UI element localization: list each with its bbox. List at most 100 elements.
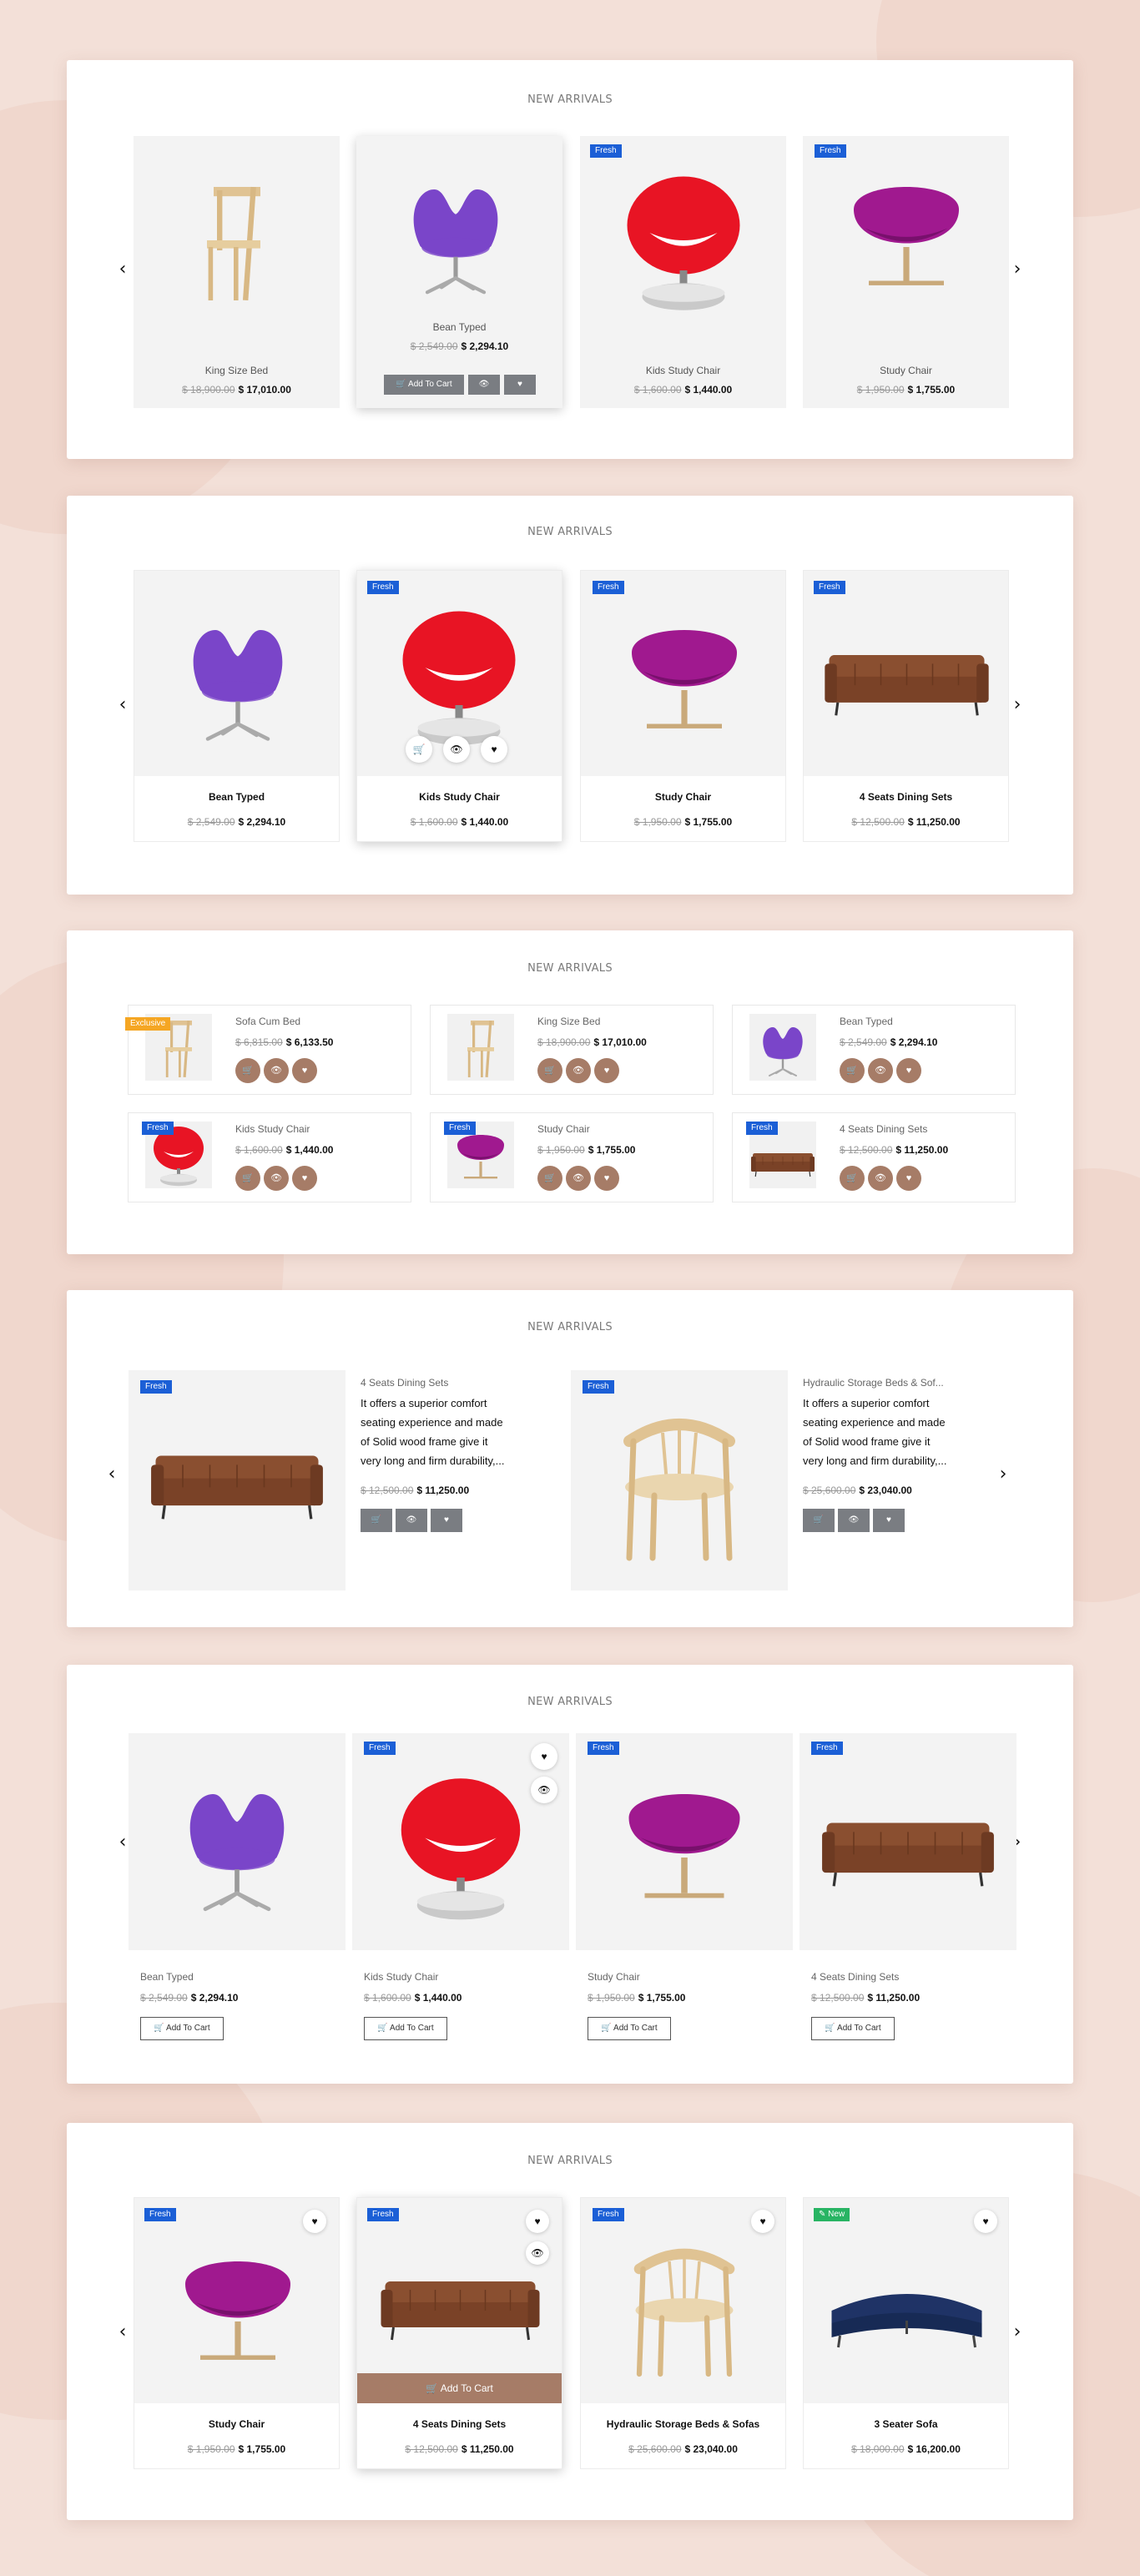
product-name[interactable]: Kids Study Chair <box>235 1123 310 1135</box>
product-price: $ 18,000.00 $ 16,200.00 <box>851 2443 961 2455</box>
cart-icon: 🛒 <box>377 2024 388 2033</box>
list-item[interactable]: Fresh Kids Study Chair $ 1,600.00 $ 1,440… <box>128 1112 411 1202</box>
product-name[interactable]: Study Chair <box>803 365 1009 376</box>
product-card[interactable]: Fresh 4 Seats Dining Sets $ 12,500.00 $ 1… <box>800 1733 1016 2067</box>
product-name[interactable]: King Size Bed <box>134 365 340 376</box>
eye-icon: 👁 <box>450 744 463 755</box>
product-card[interactable]: Fresh Hydraulic Storage Beds & Sof... It… <box>571 1370 988 1590</box>
wishlist-button[interactable]: ♥ <box>481 736 507 763</box>
list-item[interactable]: Exclusive Sofa Cum Bed $ 6,815.00 $ 6,133… <box>125 1005 411 1095</box>
product-card[interactable]: Bean Typed $ 2,549.00 $ 2,294.10 <box>134 570 340 842</box>
wishlist-button[interactable]: ♥ <box>431 1509 462 1532</box>
add-to-cart-button[interactable]: 🛒 Add To Cart <box>357 2373 562 2403</box>
product-price: $ 25,600.00 $ 23,040.00 <box>628 2443 738 2455</box>
product-card[interactable]: Fresh Kids Study Chair $ 1,600.00 $ 1,440… <box>580 136 786 408</box>
add-to-cart-button[interactable]: 🛒 Add To Cart <box>140 2017 224 2040</box>
product-name[interactable]: Bean Typed <box>840 1016 893 1027</box>
add-to-cart-button[interactable]: 🛒 <box>235 1058 260 1083</box>
product-card[interactable]: Fresh 4 Seats Dining Sets It offers a su… <box>129 1370 546 1590</box>
product-name[interactable]: 4 Seats Dining Sets <box>840 1123 927 1135</box>
add-to-cart-button[interactable]: 🛒 <box>537 1058 562 1083</box>
wishlist-button[interactable]: ♥ <box>292 1058 317 1083</box>
list-item[interactable]: Fresh Study Chair $ 1,950.00 $ 1,755.00 🛒… <box>430 1112 714 1202</box>
quick-view-button[interactable]: 👁 <box>396 1509 427 1532</box>
product-card[interactable]: Fresh 🛒 👁 ♥ Kids Study Chair $ 1,600.00 $… <box>356 570 562 842</box>
wishlist-button[interactable]: ♥ <box>896 1166 921 1191</box>
next-arrow[interactable]: › <box>995 1465 1011 1485</box>
product-card[interactable]: Fresh Study Chair $ 1,950.00 $ 1,755.00 <box>580 570 786 842</box>
add-to-cart-button[interactable]: 🛒 Add To Cart <box>384 375 464 395</box>
product-name[interactable]: Kids Study Chair <box>364 1971 438 1983</box>
wishlist-button[interactable]: ♥ <box>974 2210 997 2233</box>
next-arrow[interactable]: › <box>1009 696 1026 716</box>
quick-view-button[interactable]: 👁 <box>443 736 470 763</box>
eye-icon: 👁 <box>270 1173 282 1183</box>
product-card[interactable]: ✎ New ♥ 3 Seater Sofa $ 18,000.00 $ 16,20… <box>803 2197 1009 2469</box>
product-name[interactable]: Bean Typed <box>134 791 339 803</box>
product-card[interactable]: Bean Typed $ 2,549.00 $ 2,294.10 🛒 Add To… <box>129 1733 346 2067</box>
quick-view-button[interactable]: 👁 <box>838 1509 870 1532</box>
product-name[interactable]: Kids Study Chair <box>580 365 786 376</box>
prev-arrow[interactable]: ‹ <box>114 696 131 716</box>
product-card[interactable]: Fresh Study Chair $ 1,950.00 $ 1,755.00 🛒… <box>576 1733 793 2067</box>
add-to-cart-button[interactable]: 🛒 Add To Cart <box>588 2017 671 2040</box>
add-to-cart-button[interactable]: 🛒 <box>840 1058 865 1083</box>
quick-view-button[interactable]: 👁 <box>264 1166 289 1191</box>
wishlist-button[interactable]: ♥ <box>504 375 536 395</box>
product-name[interactable]: 4 Seats Dining Sets <box>804 791 1008 803</box>
wishlist-button[interactable]: ♥ <box>594 1166 619 1191</box>
product-card[interactable]: Fresh Study Chair $ 1,950.00 $ 1,755.00 <box>803 136 1009 408</box>
add-to-cart-button[interactable]: 🛒 <box>361 1509 392 1532</box>
add-to-cart-button[interactable]: 🛒 <box>235 1166 260 1191</box>
quick-view-button[interactable]: 👁 <box>868 1166 893 1191</box>
product-name[interactable]: Study Chair <box>581 791 785 803</box>
add-to-cart-button[interactable]: 🛒 <box>803 1509 835 1532</box>
quick-view-button[interactable]: 👁 <box>566 1058 591 1083</box>
next-arrow[interactable]: › <box>1009 2323 1026 2343</box>
product-card[interactable]: King Size Bed $ 18,900.00 $ 17,010.00 <box>134 136 340 408</box>
wishlist-button[interactable]: ♥ <box>896 1058 921 1083</box>
product-name[interactable]: Bean Typed <box>140 1971 194 1983</box>
product-name[interactable]: Kids Study Chair <box>357 791 562 803</box>
prev-arrow[interactable]: ‹ <box>114 260 131 280</box>
product-card[interactable]: Fresh ♥ Hydraulic Storage Beds & Sofas $… <box>580 2197 786 2469</box>
quick-view-button[interactable]: 👁 <box>264 1058 289 1083</box>
product-name[interactable]: Study Chair <box>134 2418 339 2430</box>
list-item[interactable]: Fresh 4 Seats Dining Sets $ 12,500.00 $ 1… <box>732 1112 1016 1202</box>
add-to-cart-button[interactable]: 🛒 <box>840 1166 865 1191</box>
product-name[interactable]: 3 Seater Sofa <box>804 2418 1008 2430</box>
prev-arrow[interactable]: ‹ <box>103 1465 120 1485</box>
wishlist-button[interactable]: ♥ <box>292 1166 317 1191</box>
product-card[interactable]: Fresh 4 Seats Dining Sets $ 12,500.00 $ 1… <box>803 570 1009 842</box>
product-name[interactable]: Bean Typed <box>356 321 562 333</box>
product-card[interactable]: Fresh ♥ 👁 🛒 Add To Cart 4 Seats Dining S… <box>356 2197 562 2469</box>
product-name[interactable]: 4 Seats Dining Sets <box>361 1377 448 1389</box>
product-name[interactable]: Hydraulic Storage Beds & Sofas <box>581 2418 785 2430</box>
quick-view-button[interactable]: 👁 <box>566 1166 591 1191</box>
add-to-cart-button[interactable]: 🛒 Add To Cart <box>811 2017 895 2040</box>
wishlist-button[interactable]: ♥ <box>873 1509 905 1532</box>
wishlist-button[interactable]: ♥ <box>526 2210 549 2233</box>
product-name[interactable]: Hydraulic Storage Beds & Sof... <box>803 1377 944 1389</box>
product-name[interactable]: Study Chair <box>537 1123 590 1135</box>
add-to-cart-button[interactable]: 🛒 <box>406 736 432 763</box>
wishlist-button[interactable]: ♥ <box>594 1058 619 1083</box>
product-name[interactable]: Sofa Cum Bed <box>235 1016 300 1027</box>
quick-view-button[interactable]: 👁 <box>868 1058 893 1083</box>
product-name[interactable]: 4 Seats Dining Sets <box>811 1971 899 1983</box>
list-item[interactable]: King Size Bed $ 18,900.00 $ 17,010.00 🛒 👁… <box>430 1005 714 1095</box>
prev-arrow[interactable]: ‹ <box>114 2323 131 2343</box>
next-arrow[interactable]: › <box>1009 260 1026 280</box>
add-to-cart-button[interactable]: 🛒 <box>537 1166 562 1191</box>
product-name[interactable]: 4 Seats Dining Sets <box>357 2418 562 2430</box>
product-name[interactable]: King Size Bed <box>537 1016 600 1027</box>
product-name[interactable]: Study Chair <box>588 1971 640 1983</box>
product-card[interactable]: Bean Typed $ 2,549.00 $ 2,294.10 🛒 Add To… <box>356 136 562 408</box>
section-title: NEW ARRIVALS <box>527 1696 613 1708</box>
list-item[interactable]: Bean Typed $ 2,549.00 $ 2,294.10 🛒 👁 ♥ <box>732 1005 1016 1095</box>
product-card[interactable]: Fresh ♥ Study Chair $ 1,950.00 $ 1,755.00 <box>134 2197 340 2469</box>
quick-view-button[interactable]: 👁 <box>468 375 500 395</box>
product-image <box>605 1758 764 1925</box>
product-card[interactable]: Fresh ♥ 👁 Kids Study Chair $ 1,600.00 $ 1… <box>352 1733 569 2067</box>
add-to-cart-button[interactable]: 🛒 Add To Cart <box>364 2017 447 2040</box>
